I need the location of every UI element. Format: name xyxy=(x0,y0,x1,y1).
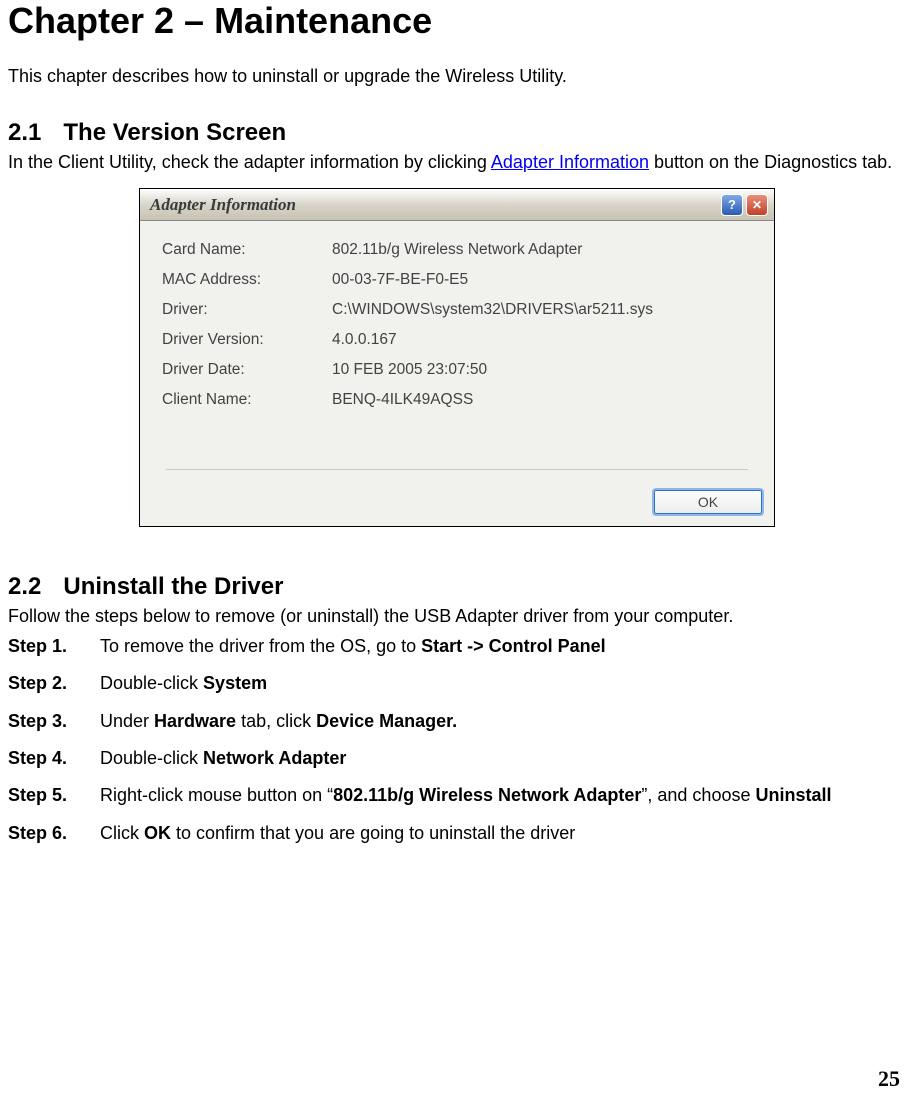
row-mac: MAC Address: 00-03-7F-BE-F0-E5 xyxy=(162,265,752,295)
text-bold: Hardware xyxy=(154,711,236,731)
text-fragment: Right-click mouse button on “ xyxy=(100,785,333,805)
step-body: Right-click mouse button on “802.11b/g W… xyxy=(100,784,906,807)
section-number: 2.1 xyxy=(8,119,41,146)
value-driver: C:\WINDOWS\system32\DRIVERS\ar5211.sys xyxy=(332,295,752,325)
step-2: Step 2. Double-click System xyxy=(8,672,906,695)
step-label: Step 2. xyxy=(8,672,100,695)
chapter-intro: This chapter describes how to uninstall … xyxy=(8,66,906,87)
text-bold: Uninstall xyxy=(755,785,831,805)
step-label: Step 3. xyxy=(8,710,100,733)
text-bold: OK xyxy=(144,823,171,843)
text-fragment: In the Client Utility, check the adapter… xyxy=(8,152,491,172)
step-label: Step 4. xyxy=(8,747,100,770)
ok-button[interactable]: OK xyxy=(652,488,764,516)
section-2-1-title: 2.1 The Version Screen xyxy=(8,119,906,147)
text-bold: System xyxy=(203,673,267,693)
dialog-footer: OK xyxy=(140,482,774,526)
step-5: Step 5. Right-click mouse button on “802… xyxy=(8,784,906,807)
section-2-2-intro: Follow the steps below to remove (or uni… xyxy=(8,605,906,628)
step-body: Double-click System xyxy=(100,672,906,695)
value-driver-date: 10 FEB 2005 23:07:50 xyxy=(332,355,752,385)
value-driver-version: 4.0.0.167 xyxy=(332,325,752,355)
step-body: Click OK to confirm that you are going t… xyxy=(100,822,906,845)
row-driver-version: Driver Version: 4.0.0.167 xyxy=(162,325,752,355)
adapter-information-link[interactable]: Adapter Information xyxy=(491,152,649,172)
row-client-name: Client Name: BENQ-4ILK49AQSS xyxy=(162,385,752,415)
uninstall-steps: Step 1. To remove the driver from the OS… xyxy=(8,635,906,845)
step-label: Step 5. xyxy=(8,784,100,807)
titlebar-buttons: ? xyxy=(721,194,768,216)
text-fragment: Double-click xyxy=(100,673,203,693)
page-number: 25 xyxy=(878,1066,900,1092)
row-driver-date: Driver Date: 10 FEB 2005 23:07:50 xyxy=(162,355,752,385)
dialog-title: Adapter Information xyxy=(150,195,721,215)
label-driver-version: Driver Version: xyxy=(162,325,332,355)
row-card-name: Card Name: 802.11b/g Wireless Network Ad… xyxy=(162,235,752,265)
step-body: Under Hardware tab, click Device Manager… xyxy=(100,710,906,733)
step-6: Step 6. Click OK to confirm that you are… xyxy=(8,822,906,845)
row-driver: Driver: C:\WINDOWS\system32\DRIVERS\ar52… xyxy=(162,295,752,325)
text-fragment: 802.11b xyxy=(332,241,387,258)
dialog-titlebar: Adapter Information ? xyxy=(140,189,774,221)
section-heading-text: The Version Screen xyxy=(63,119,286,146)
step-4: Step 4. Double-click Network Adapter xyxy=(8,747,906,770)
section-2-1-body: In the Client Utility, check the adapter… xyxy=(8,151,906,174)
text-bold: 802.11b/g Wireless Network Adapter xyxy=(333,785,641,805)
chapter-title: Chapter 2 – Maintenance xyxy=(8,0,906,42)
step-body: To remove the driver from the OS, go to … xyxy=(100,635,906,658)
value-mac: 00-03-7F-BE-F0-E5 xyxy=(332,265,752,295)
dialog-body: Card Name: 802.11b/g Wireless Network Ad… xyxy=(140,221,774,482)
step-label: Step 6. xyxy=(8,822,100,845)
label-driver: Driver: xyxy=(162,295,332,325)
section-2-2-title: 2.2 Uninstall the Driver xyxy=(8,573,906,601)
step-3: Step 3. Under Hardware tab, click Device… xyxy=(8,710,906,733)
text-bold: Start -> Control Panel xyxy=(421,636,606,656)
step-body: Double-click Network Adapter xyxy=(100,747,906,770)
label-card-name: Card Name: xyxy=(162,235,332,265)
text-fragment: tab, click xyxy=(236,711,316,731)
dialog-divider xyxy=(166,469,748,470)
text-fragment: ”, and choose xyxy=(641,785,755,805)
adapter-info-table: Card Name: 802.11b/g Wireless Network Ad… xyxy=(162,235,752,415)
step-label: Step 1. xyxy=(8,635,100,658)
text-fragment: /g Wireless Network Adapter xyxy=(387,241,583,258)
text-fragment: Double-click xyxy=(100,748,203,768)
text-fragment: to confirm that you are going to uninsta… xyxy=(171,823,575,843)
value-card-name: 802.11b/g Wireless Network Adapter xyxy=(332,235,752,265)
text-fragment: button on the Diagnostics tab. xyxy=(649,152,892,172)
label-mac: MAC Address: xyxy=(162,265,332,295)
close-icon[interactable] xyxy=(746,194,768,216)
section-heading-text: Uninstall the Driver xyxy=(63,573,283,600)
text-fragment: Click xyxy=(100,823,144,843)
text-bold: Network Adapter xyxy=(203,748,346,768)
label-driver-date: Driver Date: xyxy=(162,355,332,385)
label-client-name: Client Name: xyxy=(162,385,332,415)
help-icon[interactable]: ? xyxy=(721,194,743,216)
text-fragment: To remove the driver from the OS, go to xyxy=(100,636,421,656)
section-number: 2.2 xyxy=(8,573,41,600)
text-fragment: Under xyxy=(100,711,154,731)
step-1: Step 1. To remove the driver from the OS… xyxy=(8,635,906,658)
adapter-information-dialog: Adapter Information ? Card Name: 802.11b… xyxy=(139,188,775,527)
value-client-name: BENQ-4ILK49AQSS xyxy=(332,385,752,415)
text-bold: Device Manager. xyxy=(316,711,457,731)
